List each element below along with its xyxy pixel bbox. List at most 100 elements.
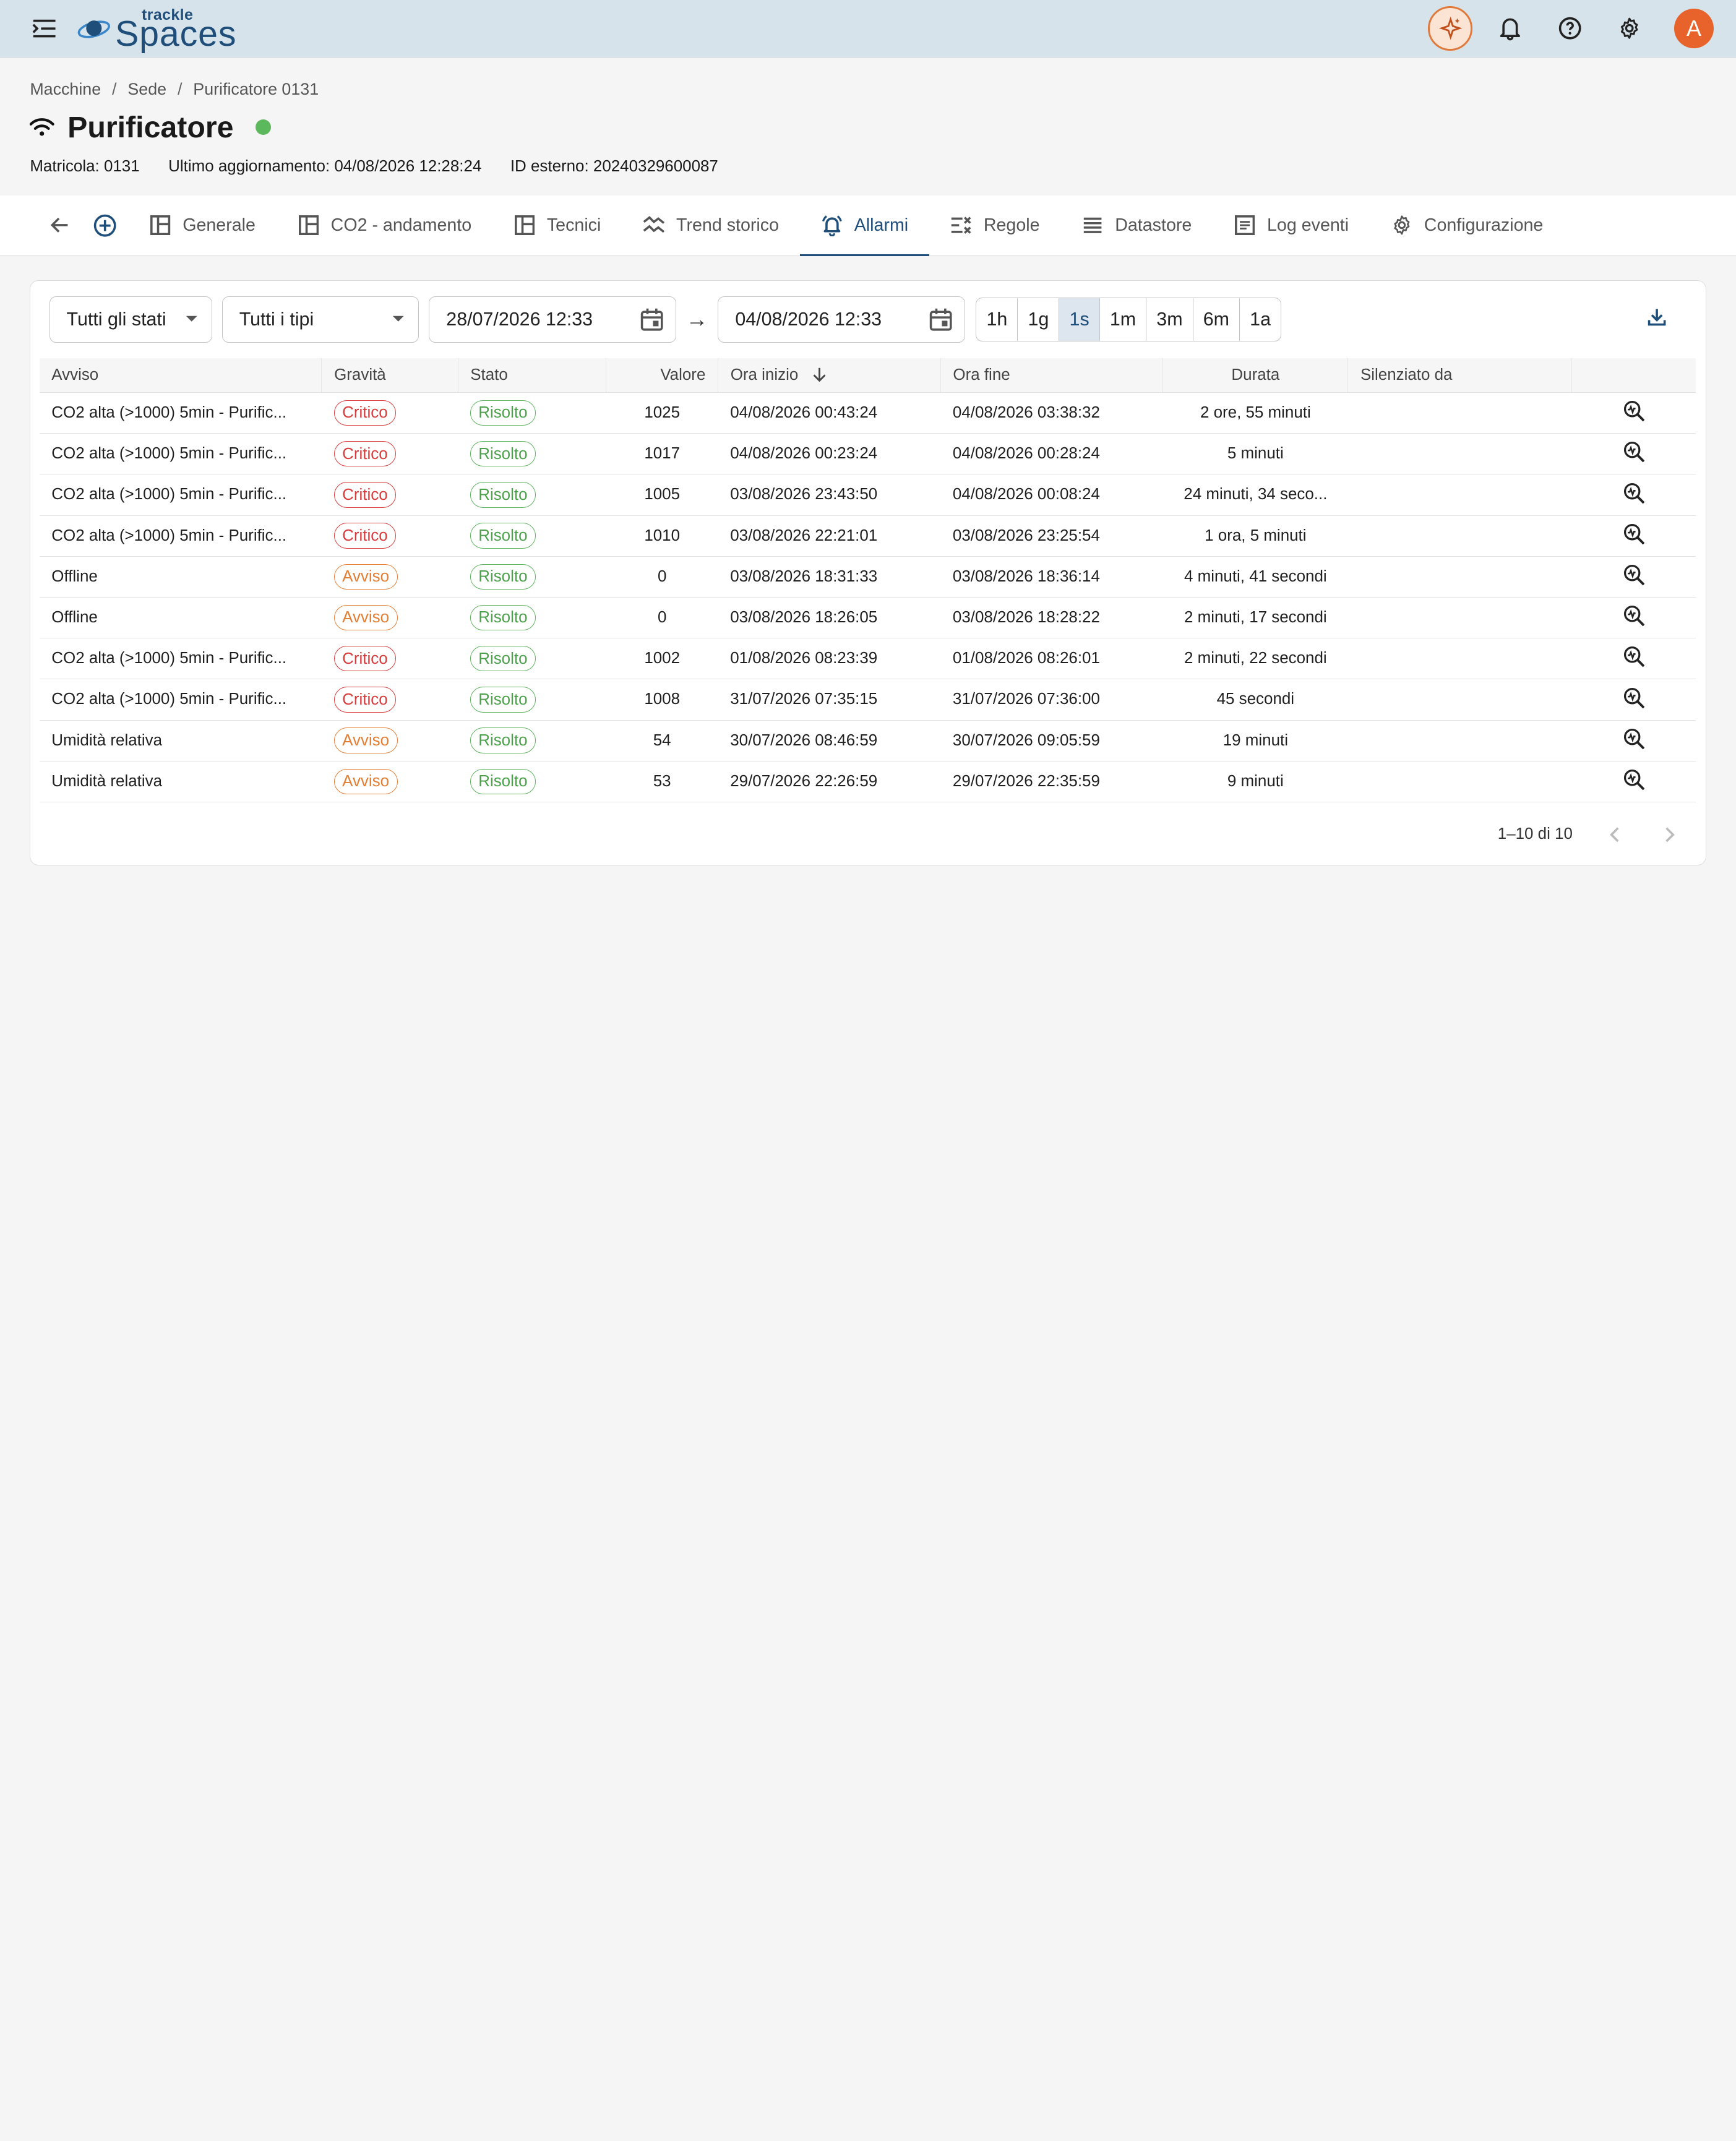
menu-toggle-icon[interactable] (31, 15, 58, 42)
tab-trend-storico[interactable]: Trend storico (622, 195, 800, 255)
user-avatar[interactable]: A (1674, 8, 1714, 49)
cell-ora-inizio: 03/08/2026 18:31:33 (718, 556, 941, 598)
cell-stato: Risolto (458, 638, 606, 680)
add-tab-button[interactable] (82, 195, 128, 255)
tab-regole[interactable]: Regole (929, 195, 1060, 255)
range-6m-button[interactable]: 6m (1193, 298, 1240, 341)
cell-silenziato (1347, 720, 1572, 762)
cell-ora-fine: 01/08/2026 08:26:01 (940, 638, 1163, 680)
inspect-chart-icon[interactable] (1623, 400, 1645, 422)
table-row[interactable]: CO2 alta (>1000) 5min - Purific... Critic… (39, 474, 1696, 516)
inspect-chart-icon[interactable] (1623, 564, 1645, 586)
page-header: Macchine / Sede / Purificatore 0131 Puri… (0, 58, 1736, 176)
column-header-silenziato[interactable]: Silenziato da (1347, 358, 1572, 393)
inspect-chart-icon[interactable] (1623, 604, 1645, 627)
cell-silenziato (1347, 474, 1572, 516)
tab-generale[interactable]: Generale (129, 195, 277, 255)
cell-ora-inizio: 03/08/2026 22:21:01 (718, 515, 941, 557)
help-button[interactable] (1548, 6, 1592, 51)
table-row[interactable]: Umidità relativa Avviso Risolto 53 29/07/202… (39, 761, 1696, 802)
cell-gravita: Critico (321, 638, 458, 680)
cell-silenziato (1347, 597, 1572, 639)
tab-configurazione[interactable]: Configurazione (1370, 195, 1564, 255)
notifications-button[interactable] (1488, 6, 1532, 51)
calendar-icon[interactable] (929, 307, 953, 332)
app-logo[interactable]: trackle Spaces (77, 4, 236, 54)
cell-actions (1571, 474, 1696, 516)
status-chip: Risolto (470, 604, 536, 631)
cell-ora-fine: 04/08/2026 03:38:32 (940, 392, 1163, 434)
calendar-icon[interactable] (640, 307, 664, 332)
tab-co2-andamento[interactable]: CO2 - andamento (277, 195, 492, 255)
sort-arrow-down-icon (813, 367, 826, 382)
inspect-chart-icon[interactable] (1623, 523, 1645, 545)
top-app-bar: trackle Spaces A (0, 0, 1736, 58)
cell-gravita: Critico (321, 474, 458, 516)
download-button[interactable] (1647, 307, 1667, 332)
tab-datastore[interactable]: Datastore (1061, 195, 1213, 255)
table-row[interactable]: Offline Avviso Risolto 0 03/08/2026 18:31:33… (39, 556, 1696, 598)
type-filter-select[interactable]: Tutti i tipi (221, 296, 419, 343)
inspect-chart-icon[interactable] (1623, 645, 1645, 667)
ai-assistant-button[interactable] (1428, 6, 1473, 51)
tabs-bar: Generale CO2 - andamento Tecnici Trend s… (0, 195, 1736, 257)
column-header-avviso[interactable]: Avviso (39, 358, 322, 393)
state-filter-select[interactable]: Tutti gli stati (49, 296, 212, 343)
cell-durata: 19 minuti (1162, 720, 1348, 762)
table-row[interactable]: CO2 alta (>1000) 5min - Purific... Critic… (39, 515, 1696, 557)
tab-label: Tecnici (546, 215, 601, 235)
next-page-button[interactable] (1657, 821, 1683, 847)
cell-actions (1571, 556, 1696, 598)
breadcrumb-item[interactable]: Macchine (30, 80, 101, 99)
wifi-icon (30, 118, 54, 136)
range-1a-button[interactable]: 1a (1240, 298, 1281, 341)
cell-ora-fine: 31/07/2026 07:36:00 (940, 679, 1163, 721)
cell-ora-fine: 03/08/2026 23:25:54 (940, 515, 1163, 557)
severity-chip: Avviso (333, 727, 398, 753)
column-header-gravita[interactable]: Gravità (321, 358, 458, 393)
date-to-field[interactable]: 04/08/2026 12:33 (718, 296, 965, 343)
cell-actions (1571, 597, 1696, 639)
cell-gravita: Avviso (321, 761, 458, 802)
type-filter-value: Tutti i tipi (239, 308, 314, 330)
cell-gravita: Avviso (321, 597, 458, 639)
column-header-ora-inizio[interactable]: Ora inizio (718, 358, 941, 393)
inspect-chart-icon[interactable] (1623, 727, 1645, 750)
breadcrumb-item[interactable]: Sede (127, 80, 166, 99)
severity-chip: Critico (333, 400, 397, 426)
table-row[interactable]: Umidità relativa Avviso Risolto 54 30/07/202… (39, 720, 1696, 762)
tab-log-eventi[interactable]: Log eventi (1213, 195, 1370, 255)
settings-button[interactable] (1607, 6, 1652, 51)
range-1h-button[interactable]: 1h (976, 298, 1018, 341)
date-from-field[interactable]: 28/07/2026 12:33 (429, 296, 676, 343)
table-row[interactable]: CO2 alta (>1000) 5min - Purific... Critic… (39, 433, 1696, 475)
tab-allarmi[interactable]: Allarmi (800, 195, 929, 257)
cell-stato: Risolto (458, 679, 606, 721)
cell-stato: Risolto (458, 474, 606, 516)
column-header-valore[interactable]: Valore (606, 358, 719, 393)
range-1s-button[interactable]: 1s (1059, 298, 1100, 341)
table-row[interactable]: CO2 alta (>1000) 5min - Purific... Critic… (39, 392, 1696, 434)
filters-bar: Tutti gli stati Tutti i tipi 28/07/2026 … (30, 281, 1705, 358)
cell-gravita: Avviso (321, 720, 458, 762)
tab-tecnici[interactable]: Tecnici (492, 195, 622, 255)
inspect-chart-icon[interactable] (1623, 482, 1645, 504)
cell-ora-inizio: 04/08/2026 00:23:24 (718, 433, 941, 475)
table-row[interactable]: CO2 alta (>1000) 5min - Purific... Critic… (39, 679, 1696, 721)
range-3m-button[interactable]: 3m (1146, 298, 1193, 341)
table-row[interactable]: Offline Avviso Risolto 0 03/08/2026 18:26:05… (39, 597, 1696, 639)
planet-logo-icon (77, 20, 111, 38)
inspect-chart-icon[interactable] (1623, 687, 1645, 709)
column-header-stato[interactable]: Stato (458, 358, 607, 393)
inspect-chart-icon[interactable] (1623, 768, 1645, 791)
previous-page-button[interactable] (1601, 821, 1628, 847)
back-button[interactable] (38, 195, 82, 255)
column-header-durata[interactable]: Durata (1162, 358, 1349, 393)
column-header-ora-fine[interactable]: Ora fine (940, 358, 1164, 393)
range-1g-button[interactable]: 1g (1018, 298, 1060, 341)
table-row[interactable]: CO2 alta (>1000) 5min - Purific... Critic… (39, 638, 1696, 680)
cell-valore: 1025 (606, 392, 718, 434)
inspect-chart-icon[interactable] (1623, 440, 1645, 463)
range-1m-button[interactable]: 1m (1100, 298, 1147, 341)
cell-ora-fine: 04/08/2026 00:28:24 (940, 433, 1163, 475)
